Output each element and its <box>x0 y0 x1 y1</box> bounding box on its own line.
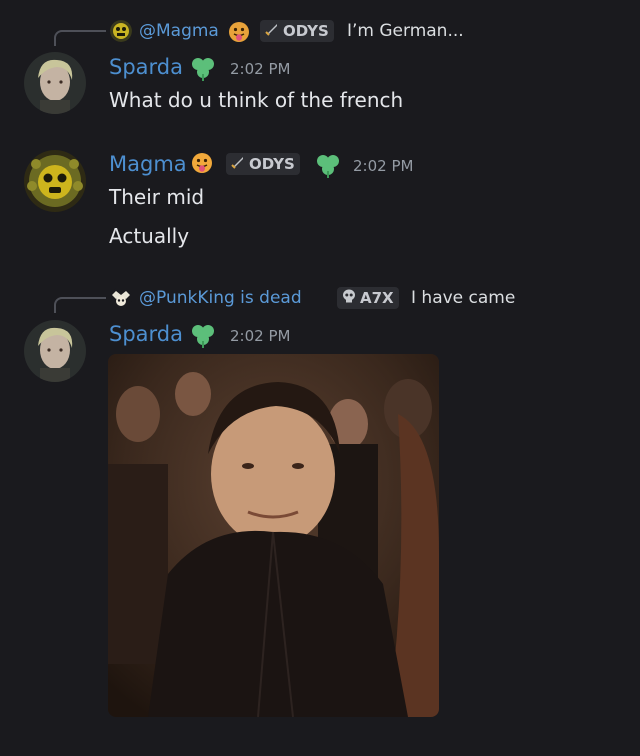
avatar-sparda[interactable] <box>24 52 86 114</box>
timestamp: 2:02 PM <box>230 60 291 78</box>
reply-connector-line <box>54 297 106 313</box>
gif-attachment[interactable] <box>108 354 439 717</box>
skull-icon <box>341 288 357 308</box>
timestamp: 2:02 PM <box>353 157 414 175</box>
guild-tag[interactable]: ODYS <box>226 153 300 175</box>
avatar-sparda[interactable] <box>24 320 86 382</box>
reply-avatar-punkking[interactable] <box>110 287 132 309</box>
guild-tag[interactable]: A7X <box>337 287 399 309</box>
reply-preview-text[interactable]: I have came <box>411 288 515 308</box>
clover-badge-icon <box>189 323 217 349</box>
message-text: What do u think of the french <box>109 88 404 112</box>
clover-badge-icon <box>189 56 217 82</box>
guild-tag-label: ODYS <box>249 155 295 173</box>
clover-badge-icon <box>314 153 342 179</box>
avatar-magma[interactable] <box>24 150 86 212</box>
guild-tag-label: ODYS <box>283 22 329 40</box>
tongue-face-emoji <box>191 152 213 174</box>
guild-tag[interactable]: ODYS <box>260 20 334 42</box>
reply-username[interactable]: @PunkKing is dead <box>139 288 302 308</box>
message-text: Their mid <box>109 185 205 209</box>
sword-icon <box>264 21 280 41</box>
tongue-face-emoji <box>228 21 250 43</box>
message-text: Actually <box>109 224 190 248</box>
reply-username[interactable]: @Magma <box>139 21 219 41</box>
timestamp: 2:02 PM <box>230 327 291 345</box>
username-magma[interactable]: Magma <box>109 152 187 176</box>
reply-connector-line <box>54 30 106 46</box>
username-sparda[interactable]: Sparda <box>109 55 183 79</box>
sword-icon <box>230 154 246 174</box>
username-sparda[interactable]: Sparda <box>109 322 183 346</box>
guild-tag-label: A7X <box>360 289 394 307</box>
reply-avatar-magma[interactable] <box>110 20 132 42</box>
reply-preview-text[interactable]: I’m German... <box>347 21 464 41</box>
